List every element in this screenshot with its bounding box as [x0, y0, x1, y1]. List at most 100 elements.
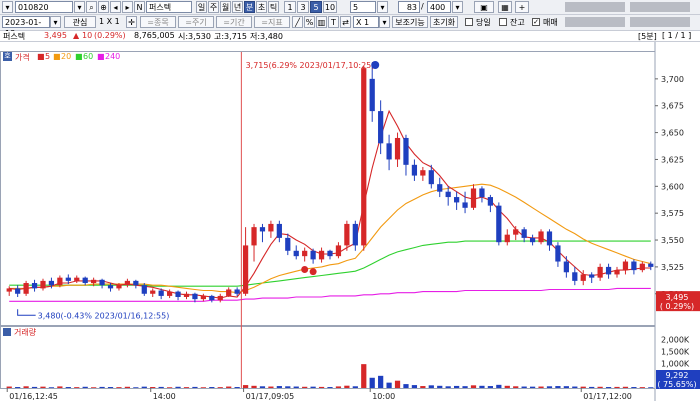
candle-body	[605, 266, 612, 275]
minute-value-input[interactable]: 5	[350, 1, 376, 13]
chart-type-icon[interactable]: ▥	[316, 16, 327, 28]
volume-bar	[31, 386, 38, 388]
info-current-price: 3,495	[44, 31, 67, 40]
volume-bar	[192, 386, 198, 388]
candle-body	[318, 250, 325, 260]
grid-button[interactable]: ▦	[498, 1, 512, 13]
candle-body	[538, 231, 544, 243]
volume-bar	[310, 386, 316, 388]
legend-toggle-icon[interactable]: 호	[3, 52, 12, 61]
period-button[interactable]: 분	[244, 1, 255, 13]
volume-bar	[580, 386, 586, 388]
minute-dropdown-icon[interactable]: ▾	[377, 1, 388, 13]
scale-select[interactable]: X 1	[353, 16, 379, 28]
candle-body	[479, 188, 485, 198]
price-tick-label: 3,525	[661, 263, 684, 272]
volume-bar	[285, 386, 291, 388]
trade-checkbox[interactable]: ✓	[532, 18, 540, 26]
candle-body	[563, 261, 569, 273]
calendar-icon[interactable]: ▾	[50, 16, 61, 28]
draw-line-icon[interactable]: ╱	[292, 16, 303, 28]
count-dropdown-icon[interactable]: ▾	[452, 1, 463, 13]
dropdown-icon[interactable]: ▾	[74, 1, 85, 13]
lookup-button[interactable]: ▣	[474, 1, 494, 13]
count-input[interactable]: 83	[398, 1, 420, 13]
volume-bar	[589, 386, 595, 388]
volume-bar	[403, 384, 409, 388]
compare-button[interactable]: =기간	[216, 16, 252, 28]
legend-ma-label: 60	[83, 52, 94, 61]
volume-bar	[74, 387, 80, 388]
masked-account-field	[565, 2, 625, 12]
arrow-right-icon[interactable]: ▸	[122, 1, 133, 13]
percent-icon[interactable]: %	[304, 16, 315, 28]
candle-body	[23, 283, 29, 294]
masked-password-field-2	[630, 17, 690, 27]
candle-body	[74, 277, 80, 281]
today-checkbox[interactable]	[465, 18, 473, 26]
text-tool-icon[interactable]: T	[328, 16, 339, 28]
toolbar-bottom: 2023-01-18 ▾ 관심 1 X 1 ✛ =종목=주기=기간=지표 ╱ %…	[0, 15, 700, 38]
compare-button[interactable]: =종목	[140, 16, 176, 28]
period-button[interactable]: 초	[256, 1, 267, 13]
minute-button[interactable]: 5	[310, 1, 322, 13]
period-button[interactable]: 일	[196, 1, 207, 13]
candle-body	[555, 245, 561, 262]
stock-code-input[interactable]: 010820	[15, 1, 73, 13]
reset-button[interactable]: 초기화	[430, 16, 458, 28]
date-input[interactable]: 2023-01-18	[2, 16, 50, 38]
candle-body	[394, 137, 401, 160]
info-change: 10	[82, 31, 93, 40]
info-high: 고:3,715	[214, 32, 247, 41]
legend-swatch: ■	[97, 52, 105, 61]
count-total-field[interactable]: 400	[427, 1, 451, 13]
stock-badge-icon: N	[134, 1, 145, 13]
candle-body	[251, 227, 257, 246]
candle-body	[242, 245, 249, 294]
volume-bar	[65, 387, 71, 388]
compare-button[interactable]: =지표	[254, 16, 290, 28]
scale-dropdown-icon[interactable]: ▾	[379, 16, 390, 28]
interest-button[interactable]: 관심	[64, 16, 96, 28]
period-button[interactable]: 월	[220, 1, 231, 13]
arrow-left-icon[interactable]: ◂	[110, 1, 121, 13]
candle-body	[462, 202, 468, 208]
candle-body	[496, 205, 502, 243]
minute-button[interactable]: 3	[297, 1, 309, 13]
reverse-icon[interactable]: ⇄	[340, 16, 351, 28]
volume-bar	[251, 385, 257, 388]
candle-body	[116, 285, 122, 289]
pin-icon[interactable]: ▾	[2, 1, 13, 13]
minute-button[interactable]: 1	[284, 1, 296, 13]
minute-button[interactable]: 10	[323, 1, 337, 13]
candle-body	[327, 250, 333, 257]
candle-body	[293, 250, 299, 257]
price-tick-label: 3,600	[661, 182, 684, 191]
volume-bar	[344, 385, 350, 388]
candle-body	[175, 291, 181, 297]
compare-button[interactable]: =주기	[178, 16, 214, 28]
period-button[interactable]: 주	[208, 1, 219, 13]
volume-tick-label: 1,500K	[661, 347, 690, 356]
volume-bar	[268, 386, 274, 388]
info-page[interactable]: [ 1 / 1 ]	[662, 31, 691, 40]
crosshair-icon[interactable]: ✛	[126, 16, 137, 28]
candle-body	[226, 289, 232, 296]
current-price-pct: ( 0.29%)	[660, 302, 694, 311]
search-plus-icon[interactable]: ⊕	[98, 1, 109, 13]
balance-checkbox[interactable]	[499, 18, 507, 26]
price-tick-label: 3,550	[661, 236, 684, 245]
volume-bar	[555, 386, 561, 388]
volume-bar	[378, 375, 384, 388]
period-button[interactable]: 년	[232, 1, 243, 13]
legend-price-label: 가격	[15, 53, 30, 62]
add-button[interactable]: +	[515, 1, 529, 13]
search-icon[interactable]: ⌕	[86, 1, 97, 13]
price-tick-label: 3,650	[661, 129, 684, 138]
price-chart[interactable]: 3,700 3,675 3,650 3,625 3,600 3,575 3,550 3,525…	[0, 42, 700, 401]
time-tick-label: 01/17,09:05	[246, 392, 295, 401]
period-button[interactable]: 틱	[268, 1, 279, 13]
aux-function-button[interactable]: 보조기능	[392, 16, 428, 28]
volume-bar	[369, 377, 375, 388]
volume-bar	[175, 386, 181, 388]
